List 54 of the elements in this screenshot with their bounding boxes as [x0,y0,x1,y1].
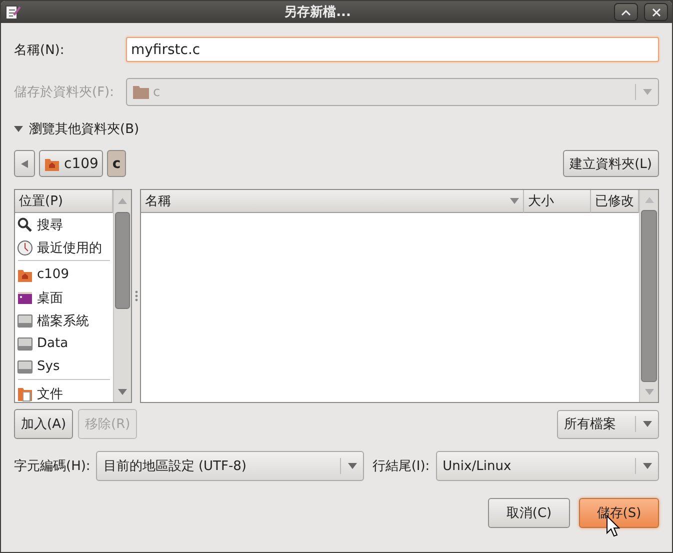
folder-icon [133,85,149,99]
cancel-button[interactable]: 取消(C) [488,498,570,528]
search-icon [17,216,33,232]
maximize-button[interactable] [614,3,638,21]
drive-icon [17,336,33,352]
scrollbar[interactable] [639,190,658,402]
place-item[interactable]: 文件 [15,382,113,402]
name-label: 名稱(N): [14,42,66,58]
chevron-up-icon [621,8,631,16]
dropdown-arrow-icon [642,420,652,428]
dropdown-arrow-icon [348,462,357,470]
drive-icon [17,358,33,374]
place-item[interactable]: 桌面 [15,286,113,309]
column-header[interactable]: 名稱 [141,190,524,213]
create-folder-button[interactable]: 建立資料夾(L) [562,150,659,177]
close-icon [652,8,660,16]
column-header[interactable]: 大小 [524,190,591,213]
save-button[interactable]: 儲存(S) [579,498,659,528]
browse-folders-expander[interactable]: 瀏覽其他資料夾(B) [14,120,140,138]
encoding-label: 字元編碼(H): [14,458,90,475]
place-item[interactable]: 檔案系統 [15,309,113,332]
dropdown-arrow-icon [642,462,652,470]
place-item[interactable]: 最近使用的 [15,236,113,259]
left-arrow-icon [20,160,29,168]
line-ending-label: 行結尾(I): [372,458,430,475]
encoding-dropdown[interactable]: 目前的地區設定 (UTF-8) [96,451,364,481]
places-header[interactable]: 位置(P) [15,190,113,213]
scroll-down-icon [118,388,127,396]
column-header[interactable]: 已修改 [591,190,639,213]
clock-icon [17,240,33,256]
back-button[interactable] [14,150,35,177]
dropdown-arrow-icon [642,88,652,96]
place-item[interactable]: c109 [15,263,113,286]
place-item[interactable]: Sys [15,355,113,378]
path-button[interactable]: c [107,150,126,177]
file-type-dropdown[interactable]: 所有檔案 [557,410,659,438]
drive-icon [17,312,33,328]
place-item[interactable]: 搜尋 [15,213,113,236]
path-button[interactable]: c109 [39,150,104,177]
document-edit-icon [5,4,21,20]
line-ending-dropdown[interactable]: Unix/Linux [436,451,659,481]
desktop-icon [17,290,33,306]
close-button[interactable] [644,3,668,21]
window-title: 另存新檔... [283,4,352,21]
add-button[interactable]: 加入(A) [14,409,74,439]
save-in-label: 儲存於資料夾(F): [14,84,116,101]
scroll-up-icon [644,196,654,204]
place-item[interactable]: Data [15,332,113,355]
scroll-up-icon [118,197,127,205]
expander-arrow-icon [14,125,23,133]
name-input[interactable]: myfirstc.c [126,37,659,62]
sort-arrow-icon [510,197,519,205]
scroll-down-icon [644,388,654,396]
scrollbar[interactable] [113,190,131,402]
